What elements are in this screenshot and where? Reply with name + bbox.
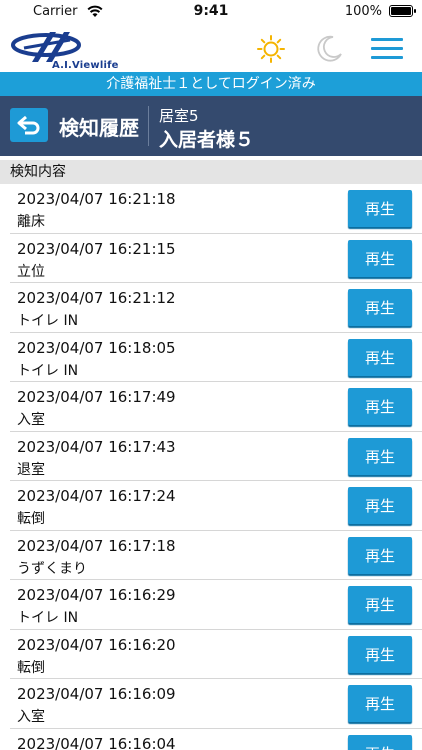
header-divider [148,106,149,146]
detection-event: 転倒 [17,659,45,676]
detection-event: 入室 [17,709,45,725]
back-arrow-icon [17,115,40,135]
hamburger-menu-icon[interactable] [371,38,403,60]
detection-row: 2023/04/07 16:17:18 うずくまり 再生 [10,531,422,580]
page-title: 検知履歴 [59,116,139,140]
play-button[interactable]: 再生 [348,586,412,623]
detection-row: 2023/04/07 16:16:20 転倒 再生 [10,630,422,679]
play-button[interactable]: 再生 [348,635,412,673]
detection-timestamp: 2023/04/07 16:21:18 [17,190,176,208]
detection-row: 2023/04/07 16:16:04 再生 [10,729,422,750]
play-button[interactable]: 再生 [348,437,412,475]
detection-timestamp: 2023/04/07 16:16:09 [17,685,176,703]
play-button[interactable]: 再生 [348,289,412,326]
play-button[interactable]: 再生 [348,536,412,574]
detection-row: 2023/04/07 16:21:15 立位 再生 [10,234,422,283]
room-label: 居室5 [159,107,199,125]
detection-row: 2023/04/07 16:21:12 トイレ IN 再生 [10,283,422,333]
detection-event: トイレ IN [17,313,79,329]
detection-row: 2023/04/07 16:18:05 トイレ IN 再生 [10,333,422,382]
section-header: 検知内容 [0,160,422,184]
login-status-banner: 介護福祉士１としてログイン済み [0,72,422,96]
detection-row: 2023/04/07 16:21:18 離床 再生 [10,184,422,234]
status-bar: Carrier 9:41 100% [0,0,422,24]
play-button[interactable]: 再生 [348,239,412,277]
detection-timestamp: 2023/04/07 16:16:29 [17,586,176,604]
sun-icon[interactable] [256,34,286,64]
play-button[interactable]: 再生 [348,685,412,722]
detection-event: 退室 [17,461,45,478]
resident-name: 入居者様５ [159,129,255,151]
detection-list: 2023/04/07 16:21:18 離床 再生 2023/04/07 16:21:… [0,184,422,750]
detection-timestamp: 2023/04/07 16:16:20 [17,635,176,654]
logo-icon [11,32,81,62]
detection-event: 入室 [17,412,45,428]
detection-timestamp: 2023/04/07 16:21:15 [17,239,176,258]
detection-timestamp: 2023/04/07 16:17:43 [17,437,176,456]
detection-row: 2023/04/07 16:17:43 退室 再生 [10,432,422,481]
logo-text: A.I.Viewlife [52,60,119,71]
detection-timestamp: 2023/04/07 16:16:04 [17,734,176,750]
play-button[interactable]: 再生 [348,734,412,750]
detection-event: トイレ IN [17,610,79,626]
detection-event: 転倒 [17,511,45,527]
detection-timestamp: 2023/04/07 16:17:49 [17,388,176,406]
play-button[interactable]: 再生 [348,388,412,425]
moon-icon[interactable] [314,34,344,64]
detection-row: 2023/04/07 16:17:24 転倒 再生 [10,481,422,531]
detection-event: トイレ IN [17,362,79,379]
play-button[interactable]: 再生 [348,190,412,227]
detection-row: 2023/04/07 16:16:29 トイレ IN 再生 [10,580,422,630]
detection-event: うずくまり [17,560,87,577]
detection-timestamp: 2023/04/07 16:17:24 [17,487,176,505]
back-button[interactable] [10,108,48,142]
battery-percent: 100% [344,4,382,19]
detection-event: 離床 [17,214,45,230]
detection-row: 2023/04/07 16:16:09 入室 再生 [10,679,422,729]
detection-event: 立位 [17,263,45,280]
play-button[interactable]: 再生 [348,487,412,524]
detection-timestamp: 2023/04/07 16:18:05 [17,338,176,357]
detection-timestamp: 2023/04/07 16:17:18 [17,536,176,555]
app-logo: A.I.Viewlife [10,30,118,71]
app-header: A.I.Viewlife [0,24,422,72]
play-button[interactable]: 再生 [348,338,412,376]
battery-icon [389,5,416,17]
detection-timestamp: 2023/04/07 16:21:12 [17,289,176,307]
page-header: 検知履歴 居室5 入居者様５ [0,96,422,156]
detection-row: 2023/04/07 16:17:49 入室 再生 [10,382,422,432]
